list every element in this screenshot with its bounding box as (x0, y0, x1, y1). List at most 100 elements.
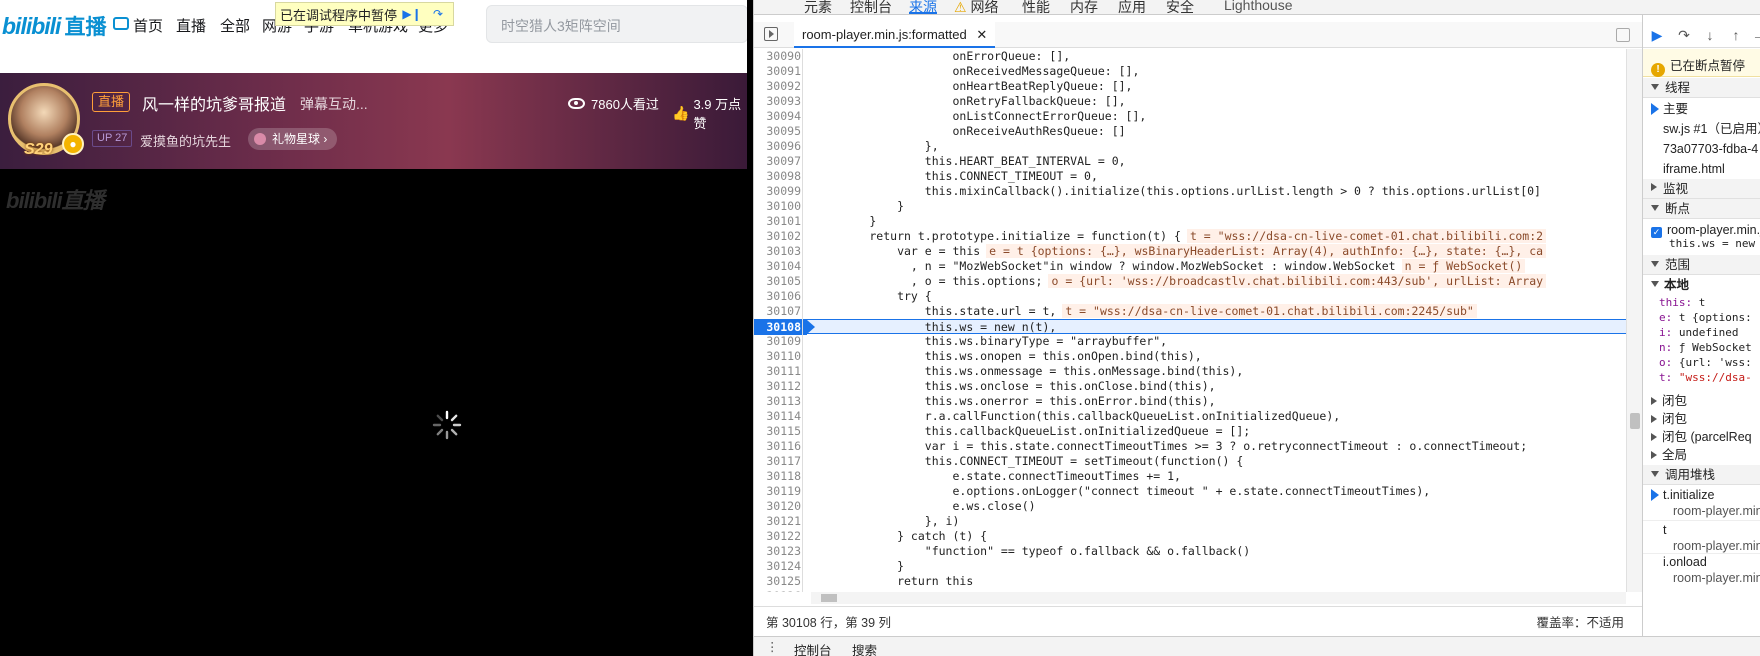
step-out-icon[interactable]: ↑ (1726, 25, 1746, 45)
line-number[interactable]: 30109 (754, 334, 801, 349)
scope-variable[interactable]: t: "wss://dsa- (1643, 370, 1760, 385)
tab-lighthouse[interactable]: Lighthouse (1224, 0, 1293, 13)
hscrollbar-thumb[interactable] (821, 594, 837, 602)
horizontal-scrollbar[interactable] (811, 592, 1626, 604)
tab-sources[interactable]: 来源 (909, 0, 937, 14)
tab-performance[interactable]: 性能 (1022, 0, 1050, 14)
line-number[interactable]: 30112 (754, 379, 801, 394)
tab-security[interactable]: 安全 (1166, 0, 1194, 14)
line-number[interactable]: 30113 (754, 394, 801, 409)
tab-application[interactable]: 应用 (1118, 0, 1146, 14)
line-number[interactable]: 30097 (754, 154, 801, 169)
code-line[interactable]: 30122 } catch (t) { (754, 529, 1626, 544)
code-line[interactable]: 30116 var i = this.state.connectTimeoutT… (754, 439, 1626, 454)
code-line[interactable]: 30115 this.callbackQueueList.onInitializ… (754, 424, 1626, 439)
code-line[interactable]: 30119 e.options.onLogger("connect timeou… (754, 484, 1626, 499)
breakpoints-section-header[interactable]: 断点 (1643, 199, 1760, 219)
code-line[interactable]: 30117 this.CONNECT_TIMEOUT = setTimeout(… (754, 454, 1626, 469)
code-line[interactable]: 30113 this.ws.onerror = this.onError.bin… (754, 394, 1626, 409)
scope-variable[interactable]: o: {url: 'wss: (1643, 355, 1760, 370)
closure-2[interactable]: 闭包 (1643, 409, 1760, 429)
line-number[interactable]: 30110 (754, 349, 801, 364)
line-number[interactable]: 30096 (754, 139, 801, 154)
code-line[interactable]: 30107 this.state.url = t, t = "wss://dsa-… (754, 304, 1626, 319)
scope-variable[interactable]: i: undefined (1643, 325, 1760, 340)
line-number[interactable]: 30106 (754, 289, 801, 304)
close-icon[interactable]: ✕ (976, 27, 987, 42)
code-line[interactable]: 30102 return t.prototype.initialize = fu… (754, 229, 1626, 244)
code-line[interactable]: 30106 try { (754, 289, 1626, 304)
step-into-icon[interactable]: ↓ (1700, 25, 1720, 45)
step-icon[interactable]: → (1749, 25, 1760, 45)
toggle-navigator-icon[interactable] (764, 27, 778, 41)
code-line[interactable]: 30123 "function" == typeof o.fallback &&… (754, 544, 1626, 559)
line-number[interactable]: 30090 (754, 49, 801, 64)
thread-sw[interactable]: sw.js #1（已启用） (1643, 119, 1760, 139)
local-scope-header[interactable]: 本地 (1643, 275, 1760, 295)
drawer-tab-search[interactable]: 搜索 (852, 640, 877, 656)
line-number[interactable]: 30108 (754, 320, 815, 335)
line-number[interactable]: 30117 (754, 454, 801, 469)
code-line[interactable]: 30103 var e = this e = t {options: {…}, w… (754, 244, 1626, 259)
threads-section-header[interactable]: 线程 (1643, 78, 1760, 98)
code-line[interactable]: 30094 onListConnectErrorQueue: [], (754, 109, 1626, 124)
code-line[interactable]: 30121 }, i) (754, 514, 1626, 529)
code-line[interactable]: 30092 onHeartBeatReplyQueue: [], (754, 79, 1626, 94)
scope-variable[interactable]: e: t {options: (1643, 310, 1760, 325)
code-line[interactable]: 30095 onReceiveAuthResQueue: [] (754, 124, 1626, 139)
line-number[interactable]: 30121 (754, 514, 801, 529)
thread-main[interactable]: 主要 (1643, 99, 1760, 119)
step-over-icon[interactable]: ↷ (1674, 25, 1694, 45)
code-line[interactable]: 30109 this.ws.binaryType = "arraybuffer"… (754, 334, 1626, 349)
room-subtitle[interactable]: 弹幕互动... (300, 94, 368, 114)
file-tab[interactable]: room-player.min.js:formatted ✕ (794, 22, 996, 48)
tab-memory[interactable]: 内存 (1070, 0, 1098, 14)
drawer-tab-console[interactable]: 控制台 (794, 640, 832, 656)
line-number[interactable]: 30093 (754, 94, 801, 109)
closure-1[interactable]: 闭包 (1643, 391, 1760, 411)
tab-elements[interactable]: 元素 (804, 0, 832, 14)
line-number[interactable]: 30125 (754, 574, 801, 589)
line-number[interactable]: 30103 (754, 244, 801, 259)
code-line[interactable]: 30090 onErrorQueue: [], (754, 49, 1626, 64)
line-number[interactable]: 30105 (754, 274, 801, 289)
thread-uuid[interactable]: 73a07703-fdba-4 (1643, 139, 1760, 159)
line-number[interactable]: 30094 (754, 109, 801, 124)
scope-variable[interactable]: n: ƒ WebSocket (1643, 340, 1760, 355)
code-line[interactable]: 30098 this.CONNECT_TIMEOUT = 0, (754, 169, 1626, 184)
line-number[interactable]: 30099 (754, 184, 801, 199)
code-line[interactable]: 30105 , o = this.options; o = {url: 'wss:… (754, 274, 1626, 289)
line-number[interactable]: 30098 (754, 169, 801, 184)
bilibili-live-logo[interactable]: bilibili 直播 (2, 8, 106, 44)
line-number[interactable]: 30107 (754, 304, 801, 319)
callstack-frame-2[interactable]: i.onload room-player.min (1643, 552, 1760, 586)
line-number[interactable]: 30123 (754, 544, 801, 559)
scope-variable[interactable]: this: t (1643, 295, 1760, 310)
closure-3[interactable]: 闭包 (parcelReq (1643, 427, 1760, 447)
code-line[interactable]: 30104 , n = "MozWebSocket"in window ? wi… (754, 259, 1626, 274)
streamer-name[interactable]: 爱摸鱼的坑先生 (140, 131, 231, 150)
line-number[interactable]: 30114 (754, 409, 801, 424)
more-menu-icon[interactable]: ⋮ (766, 639, 779, 654)
step-over-icon[interactable]: ↷ (427, 5, 449, 23)
code-line[interactable]: 30112 this.ws.onclose = this.onClose.bin… (754, 379, 1626, 394)
code-line[interactable]: 30093 onRetryFallbackQueue: [], (754, 94, 1626, 109)
line-number[interactable]: 30118 (754, 469, 801, 484)
resume-icon[interactable]: ▶ (1647, 25, 1667, 45)
line-number[interactable]: 30101 (754, 214, 801, 229)
line-number[interactable]: 30126 (754, 589, 801, 592)
code-line[interactable]: 30125 return this (754, 574, 1626, 589)
code-line[interactable]: 30124 } (754, 559, 1626, 574)
code-line[interactable]: 30111 this.ws.onmessage = this.onMessage… (754, 364, 1626, 379)
tab-console[interactable]: 控制台 (850, 0, 892, 14)
search-input[interactable]: 时空猎人3矩阵空间 (486, 5, 747, 43)
line-number[interactable]: 30124 (754, 559, 801, 574)
like-count[interactable]: 👍 3.9 万点赞 (672, 94, 747, 132)
code-line[interactable]: 30114 r.a.callFunction(this.callbackQueu… (754, 409, 1626, 424)
line-number[interactable]: 30091 (754, 64, 801, 79)
video-player[interactable]: bilibili直播 (0, 169, 747, 656)
callstack-section-header[interactable]: 调用堆栈 (1643, 465, 1760, 485)
callstack-frame-1[interactable]: t room-player.min (1643, 520, 1760, 554)
code-line[interactable]: 30101 } (754, 214, 1626, 229)
line-number[interactable]: 30092 (754, 79, 801, 94)
